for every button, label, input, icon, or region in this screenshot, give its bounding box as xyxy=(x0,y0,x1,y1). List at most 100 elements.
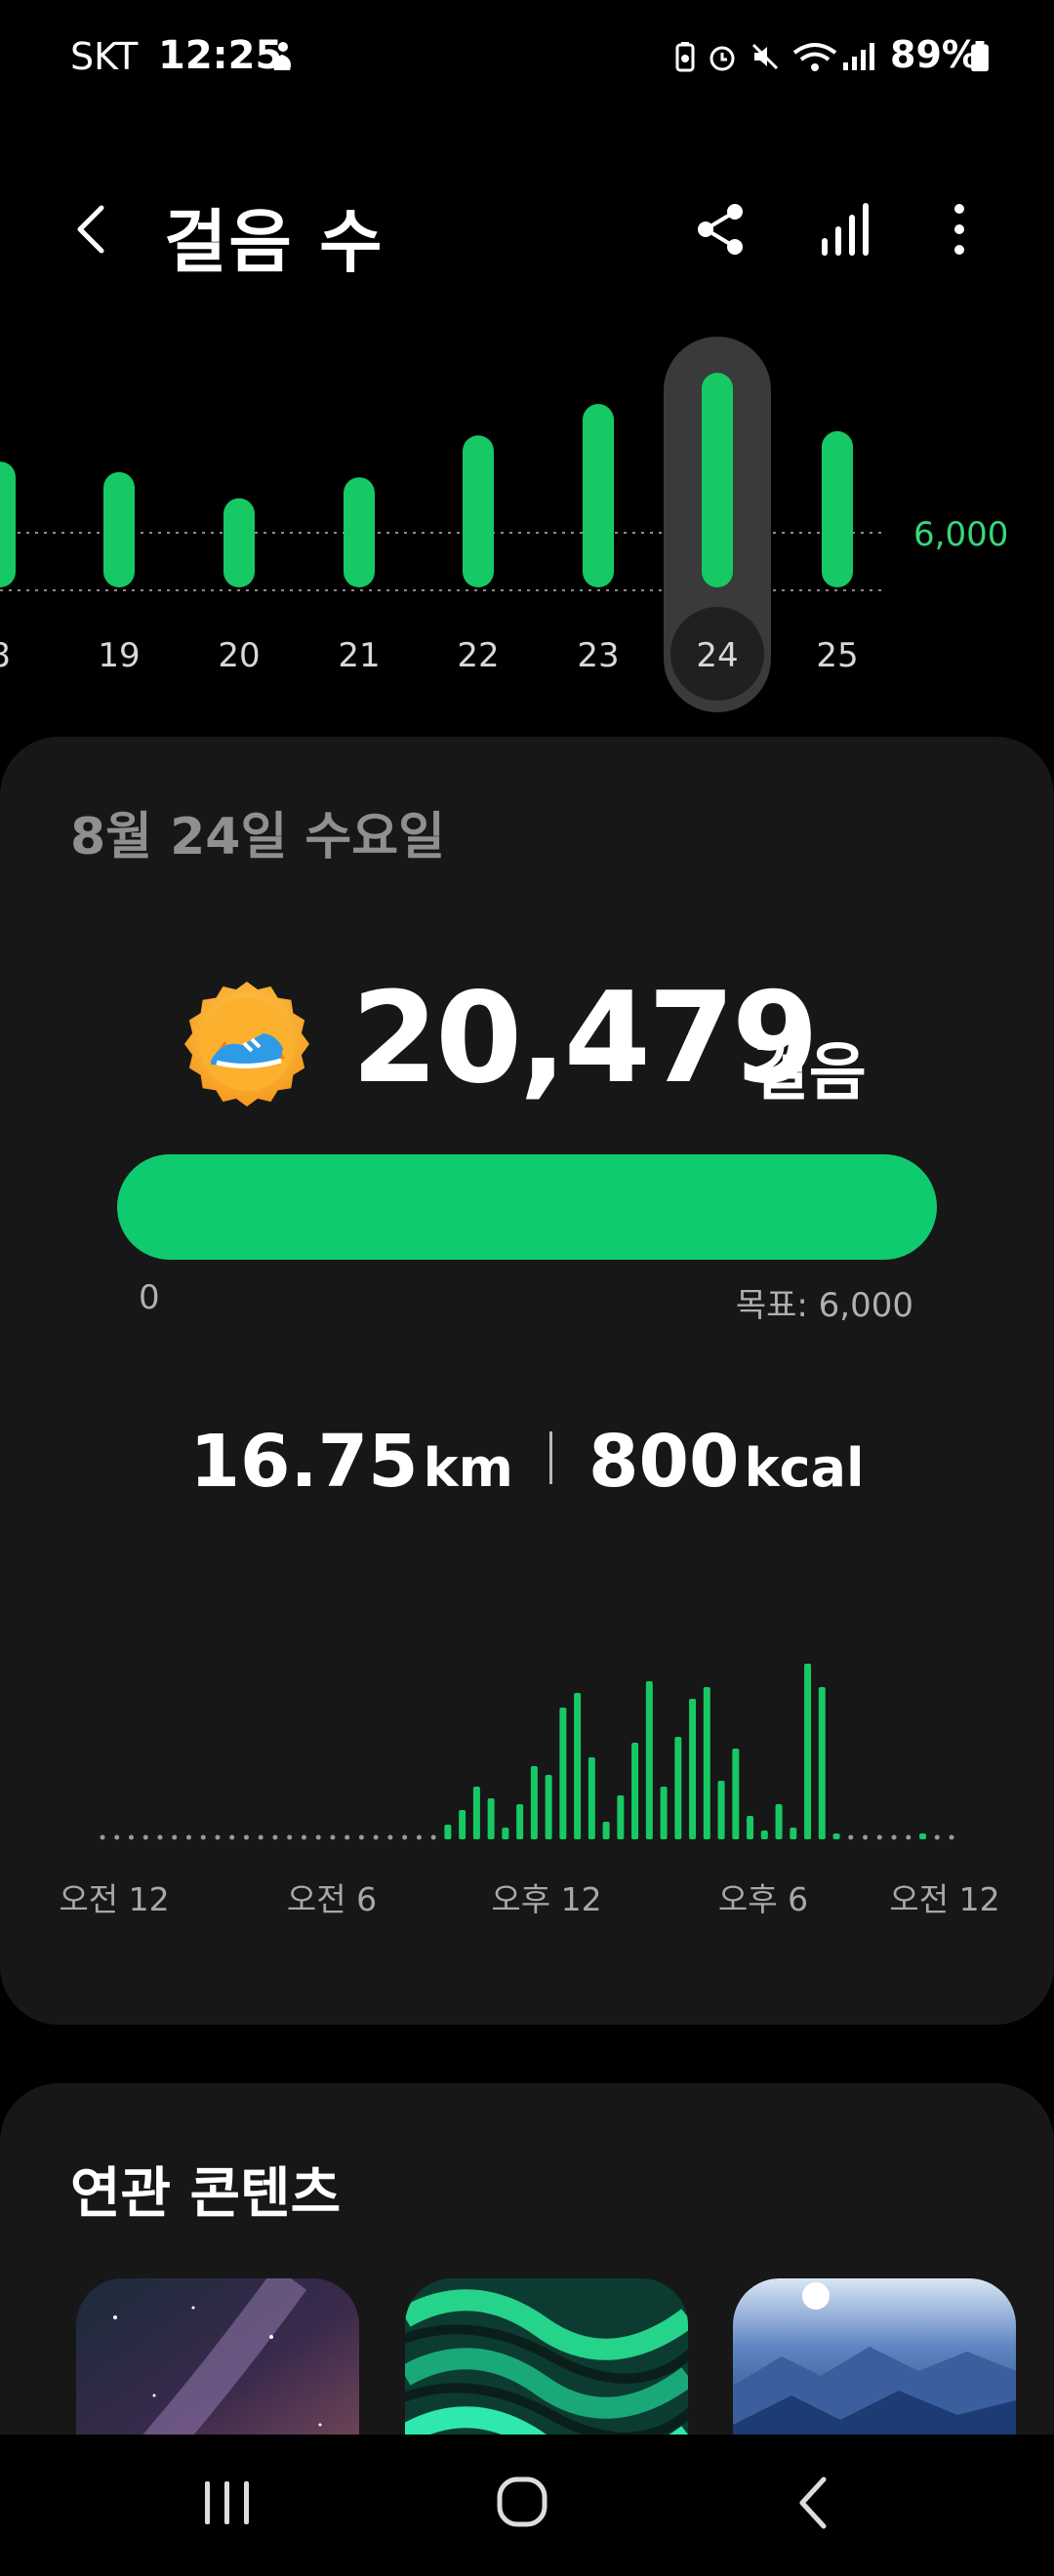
hour-dot xyxy=(229,1834,235,1840)
progress-goal-label: 목표: 6,000 xyxy=(735,1286,913,1325)
hour-dot xyxy=(258,1834,264,1840)
hour-bar xyxy=(832,1833,840,1839)
hourly-steps-chart xyxy=(100,1664,954,1840)
related-content-title: 연관 콘텐츠 xyxy=(70,2162,342,2226)
alarm-icon xyxy=(709,46,735,71)
day-bar-25[interactable] xyxy=(822,430,853,587)
hour-dot xyxy=(416,1834,422,1840)
hour-dot xyxy=(172,1834,178,1840)
hour-bar xyxy=(545,1775,552,1839)
steps-unit: 걸음 xyxy=(751,1037,867,1109)
distance-unit: km xyxy=(423,1437,513,1499)
calories-unit: kcal xyxy=(744,1437,865,1499)
wifi-icon xyxy=(792,43,837,71)
page-title: 걸음 수 xyxy=(164,202,385,282)
day-label-8[interactable]: 8 xyxy=(0,636,34,675)
day-label-25[interactable]: 25 xyxy=(803,636,872,675)
goal-line-label: 6,000 xyxy=(913,515,1009,554)
selected-date: 8월 24일 수요일 xyxy=(70,808,445,866)
day-bar-24[interactable] xyxy=(702,373,733,587)
hour-dot xyxy=(315,1834,321,1840)
hour-dot xyxy=(863,1834,869,1840)
distance-value: 16.75 xyxy=(189,1420,419,1504)
status-bar: SKT 12:25 89% xyxy=(0,0,1054,112)
day-label-21[interactable]: 21 xyxy=(325,636,393,675)
hour-bar xyxy=(760,1831,768,1839)
back-nav-icon[interactable] xyxy=(773,2464,861,2542)
hour-bar xyxy=(631,1743,639,1839)
hour-dot xyxy=(114,1834,120,1840)
home-icon[interactable] xyxy=(478,2464,566,2542)
carrier-label: SKT xyxy=(70,35,139,78)
day-label-22[interactable]: 22 xyxy=(444,636,512,675)
day-label-20[interactable]: 20 xyxy=(205,636,273,675)
day-label-23[interactable]: 23 xyxy=(564,636,632,675)
hour-dot xyxy=(272,1834,278,1840)
hour-bar xyxy=(574,1693,582,1839)
day-bar-22[interactable] xyxy=(463,435,494,587)
hour-dot xyxy=(243,1834,249,1840)
hour-bar xyxy=(674,1737,682,1839)
hour-bar xyxy=(645,1681,653,1839)
hour-dot xyxy=(373,1834,379,1840)
daily-steps-svg[interactable] xyxy=(0,332,1054,722)
day-bar-21[interactable] xyxy=(344,477,375,587)
hour-dot xyxy=(330,1834,336,1840)
recent-apps-icon[interactable] xyxy=(183,2464,271,2542)
hour-bar xyxy=(747,1816,754,1839)
day-label-24[interactable]: 24 xyxy=(683,636,751,675)
hour-dot xyxy=(200,1834,206,1840)
steps-count: 20,479 xyxy=(351,966,819,1111)
share-icon[interactable] xyxy=(686,195,754,263)
hour-bar xyxy=(444,1825,452,1839)
goal-achieved-badge-icon xyxy=(184,982,309,1107)
hour-dot xyxy=(934,1834,940,1840)
back-arrow-icon[interactable] xyxy=(64,200,123,259)
hour-bar xyxy=(660,1787,668,1839)
hour-dot xyxy=(876,1834,882,1840)
hour-dot xyxy=(891,1834,897,1840)
clock: 12:25 xyxy=(158,33,283,78)
hour-bar xyxy=(559,1708,567,1839)
hour-dot xyxy=(430,1834,436,1840)
progress-min-label: 0 xyxy=(139,1278,160,1317)
hour-dot xyxy=(387,1834,393,1840)
hour-bar xyxy=(459,1810,466,1839)
hour-bar xyxy=(919,1833,927,1839)
mute-icon xyxy=(751,43,779,70)
day-label-19[interactable]: 19 xyxy=(85,636,153,675)
hour-dot xyxy=(906,1834,912,1840)
hour-bar xyxy=(588,1757,595,1839)
hour-bar xyxy=(703,1687,710,1839)
daily-steps-chart[interactable]: 6,000 8 19 20 21 22 23 24 25 xyxy=(0,332,1054,722)
day-bar-8[interactable] xyxy=(0,462,16,587)
hour-bar xyxy=(617,1795,625,1839)
distance-calories-row: 16.75 km 800 kcal xyxy=(0,1420,1054,1508)
hour-bar xyxy=(804,1664,812,1839)
hour-bar xyxy=(790,1828,797,1839)
day-bar-20[interactable] xyxy=(223,498,255,587)
activity-person-icon xyxy=(273,42,291,70)
hour-bar xyxy=(472,1787,480,1839)
hour-bar xyxy=(717,1781,725,1839)
signal-icon xyxy=(843,43,874,70)
hour-bar xyxy=(602,1822,610,1839)
app-header: 걸음 수 xyxy=(0,166,1054,293)
hour-dot xyxy=(142,1834,148,1840)
system-nav-bar xyxy=(0,2435,1054,2576)
hourly-axis-label: 오전 12 xyxy=(889,1880,1000,1918)
hour-dot xyxy=(301,1834,306,1840)
hour-dot xyxy=(402,1834,408,1840)
hour-bar xyxy=(818,1687,826,1839)
bar-chart-icon[interactable] xyxy=(812,195,880,263)
day-bar-23[interactable] xyxy=(583,404,614,587)
hourly-axis-label: 오전 12 xyxy=(59,1880,170,1918)
hour-dot xyxy=(185,1834,191,1840)
battery-icon xyxy=(971,41,989,72)
related-content-card: 연관 콘텐츠 xyxy=(0,2083,1054,2493)
more-vertical-icon[interactable] xyxy=(925,195,993,263)
hour-bar xyxy=(502,1828,509,1839)
hourly-axis-label: 오전 6 xyxy=(286,1880,378,1918)
day-bar-19[interactable] xyxy=(103,471,135,587)
goal-progress-bar xyxy=(117,1154,937,1260)
